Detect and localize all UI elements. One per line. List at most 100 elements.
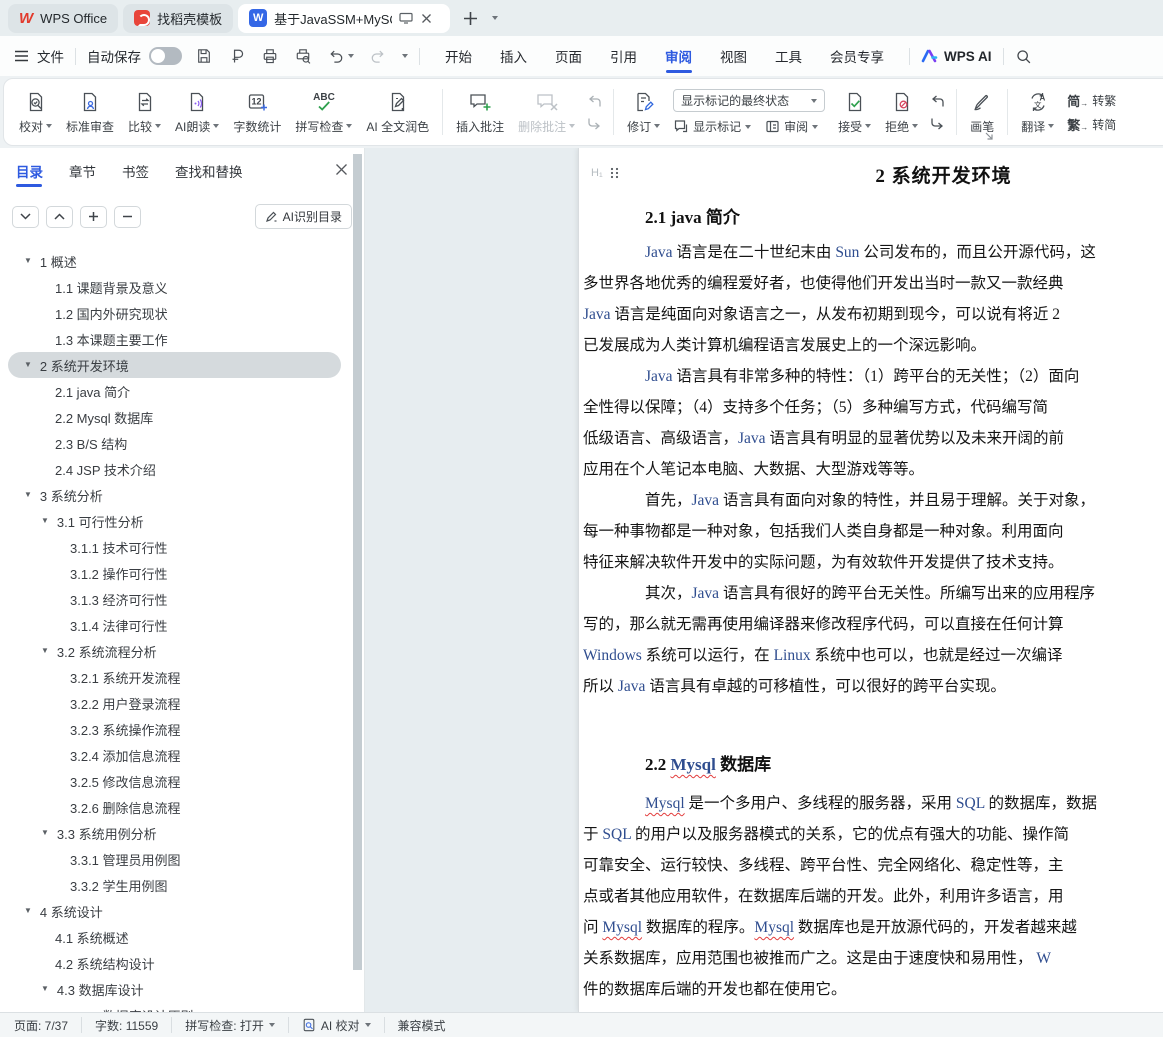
undo-chevron-icon[interactable] bbox=[348, 54, 354, 58]
toc-item[interactable]: 4.2 系统结构设计 bbox=[0, 950, 351, 976]
more-commands-chevron-icon[interactable] bbox=[402, 54, 408, 58]
toc-item[interactable]: 3.2.3 系统操作流程 bbox=[0, 716, 351, 742]
collapse-triangle-icon[interactable]: ▼ bbox=[41, 516, 49, 525]
toc-item[interactable]: 3.2.1 系统开发流程 bbox=[0, 664, 351, 690]
standard-review-button[interactable]: 标准审查 bbox=[59, 82, 121, 142]
collapse-triangle-icon[interactable]: ▼ bbox=[24, 360, 32, 369]
search-icon[interactable] bbox=[1015, 48, 1032, 65]
menu-tab[interactable]: 工具 bbox=[761, 36, 816, 76]
toc-item[interactable]: 3.1.3 经济可行性 bbox=[0, 586, 351, 612]
simplified-to-traditional-button[interactable]: 简→ 转繁 bbox=[1067, 91, 1116, 110]
toc-item[interactable]: 3.1.1 技术可行性 bbox=[0, 534, 351, 560]
toc-item[interactable]: ▼ 1 概述 bbox=[0, 248, 351, 274]
toc-item[interactable]: 3.1.2 操作可行性 bbox=[0, 560, 351, 586]
print-preview-icon[interactable] bbox=[294, 47, 312, 65]
toc-item[interactable]: 1.1 课题背景及意义 bbox=[0, 274, 351, 300]
markup-state-select[interactable]: 显示标记的最终状态 bbox=[673, 89, 825, 112]
toc-item[interactable]: 4.3.1 数据库设计原则 bbox=[0, 1002, 351, 1012]
export-pdf-icon[interactable] bbox=[228, 47, 246, 65]
toc-item[interactable]: 3.3.1 管理员用例图 bbox=[0, 846, 351, 872]
print-icon[interactable] bbox=[261, 47, 279, 65]
track-changes-button[interactable]: 修订 bbox=[620, 82, 667, 142]
menu-tab[interactable]: 开始 bbox=[431, 36, 486, 76]
sidebar-tab[interactable]: 书签 bbox=[122, 148, 149, 194]
toc-item[interactable]: 3.2.5 修改信息流程 bbox=[0, 768, 351, 794]
traditional-to-simplified-button[interactable]: 繁→ 转简 bbox=[1067, 115, 1116, 134]
toc-item[interactable]: 2.1 java 简介 bbox=[0, 378, 351, 404]
menu-tab[interactable]: 会员专享 bbox=[816, 36, 898, 76]
toc-item[interactable]: ▼ 3.1 可行性分析 bbox=[0, 508, 351, 534]
compare-button[interactable]: 比较 bbox=[121, 82, 168, 142]
toc-item[interactable]: 3.2.4 添加信息流程 bbox=[0, 742, 351, 768]
spell-check-button[interactable]: ABC 拼写检查 bbox=[288, 82, 359, 142]
decrease-level-button[interactable] bbox=[114, 206, 141, 228]
toc-item[interactable]: 4.1 系统概述 bbox=[0, 924, 351, 950]
menu-tab[interactable]: 页面 bbox=[541, 36, 596, 76]
toc-item[interactable]: 1.3 本课题主要工作 bbox=[0, 326, 351, 352]
word-count-button[interactable]: 12 字数统计 bbox=[226, 82, 288, 142]
wps-ai-button[interactable]: WPS AI bbox=[921, 49, 992, 64]
close-tab-icon[interactable] bbox=[421, 13, 432, 24]
tab-wps-office[interactable]: W WPS Office bbox=[8, 4, 118, 33]
show-markup-button[interactable]: 显示标记 bbox=[673, 118, 751, 135]
scrollbar-thumb[interactable] bbox=[353, 154, 362, 970]
collapse-triangle-icon[interactable]: ▼ bbox=[41, 984, 49, 993]
translate-button[interactable]: 文A 翻译 bbox=[1014, 82, 1061, 142]
tab-docer-templates[interactable]: 找稻壳模板 bbox=[123, 4, 233, 33]
ai-polish-button[interactable]: AI 全文润色 bbox=[359, 82, 436, 142]
toc-item[interactable]: ▼ 3 系统分析 bbox=[0, 482, 351, 508]
menu-tab[interactable]: 引用 bbox=[596, 36, 651, 76]
document-page[interactable]: H₁ 2 系统开发环境 2.1 java 简介 Java 语言是在二十世纪末由 … bbox=[578, 148, 1163, 1012]
menu-tab[interactable]: 插入 bbox=[486, 36, 541, 76]
ai-proofread-status[interactable]: AI 校对 bbox=[302, 1017, 371, 1034]
review-pane-button[interactable]: 审阅 bbox=[765, 118, 818, 135]
undo-button[interactable] bbox=[327, 47, 354, 65]
toc-item[interactable]: ▼ 2 系统开发环境 bbox=[8, 352, 341, 378]
toc-item[interactable]: 1.2 国内外研究现状 bbox=[0, 300, 351, 326]
tab-document[interactable]: W 基于JavaSSM+MySQL的机房 bbox=[238, 4, 450, 33]
collapse-triangle-icon[interactable]: ▼ bbox=[41, 646, 49, 655]
sidebar-tab[interactable]: 目录 bbox=[16, 148, 43, 194]
collapse-triangle-icon[interactable]: ▼ bbox=[24, 906, 32, 915]
increase-level-button[interactable] bbox=[80, 206, 107, 228]
ink-brush-button[interactable]: 画笔 bbox=[963, 82, 1001, 142]
toc-item[interactable]: ▼ 4.3 数据库设计 bbox=[0, 976, 351, 1002]
toc-item[interactable]: 2.4 JSP 技术介绍 bbox=[0, 456, 351, 482]
menu-tab[interactable]: 审阅 bbox=[651, 36, 706, 76]
reject-revision-button[interactable]: 拒绝 bbox=[878, 82, 925, 142]
toc-item[interactable]: 3.2.6 删除信息流程 bbox=[0, 794, 351, 820]
next-revision-button[interactable] bbox=[929, 116, 946, 131]
ribbon-expand-icon[interactable] bbox=[984, 131, 994, 141]
toc-item[interactable]: ▼ 4 系统设计 bbox=[0, 898, 351, 924]
screen-share-icon[interactable] bbox=[399, 12, 413, 24]
insert-comment-button[interactable]: 插入批注 bbox=[449, 82, 511, 142]
collapse-all-button[interactable] bbox=[12, 206, 39, 228]
redo-icon[interactable] bbox=[369, 47, 387, 65]
spell-check-status[interactable]: 拼写检查: 打开 bbox=[185, 1017, 275, 1034]
word-count-indicator[interactable]: 字数: 11559 bbox=[95, 1017, 158, 1034]
file-menu[interactable]: 文件 bbox=[14, 46, 64, 66]
collapse-triangle-icon[interactable]: ▼ bbox=[24, 256, 32, 265]
sidebar-scrollbar[interactable] bbox=[353, 154, 362, 1004]
toc-item[interactable]: ▼ 3.2 系统流程分析 bbox=[0, 638, 351, 664]
expand-all-button[interactable] bbox=[46, 206, 73, 228]
toc-item[interactable]: 2.3 B/S 结构 bbox=[0, 430, 351, 456]
ai-recognize-toc-button[interactable]: AI识别目录 bbox=[255, 204, 352, 229]
autosave-toggle[interactable] bbox=[149, 47, 182, 65]
tab-list-chevron-icon[interactable] bbox=[492, 16, 498, 20]
next-comment-button[interactable] bbox=[586, 116, 603, 131]
sidebar-tab[interactable]: 查找和替换 bbox=[175, 148, 243, 194]
accept-revision-button[interactable]: 接受 bbox=[831, 82, 878, 142]
collapse-triangle-icon[interactable]: ▼ bbox=[41, 828, 49, 837]
previous-revision-button[interactable] bbox=[929, 94, 946, 109]
save-icon[interactable] bbox=[195, 47, 213, 65]
close-sidebar-icon[interactable] bbox=[335, 163, 348, 176]
toc-item[interactable]: 3.1.4 法律可行性 bbox=[0, 612, 351, 638]
menu-tab[interactable]: 视图 bbox=[706, 36, 761, 76]
toc-item[interactable]: ▼ 3.3 系统用例分析 bbox=[0, 820, 351, 846]
previous-comment-button[interactable] bbox=[586, 94, 603, 109]
collapse-triangle-icon[interactable]: ▼ bbox=[24, 490, 32, 499]
sidebar-tab[interactable]: 章节 bbox=[69, 148, 96, 194]
toc-item[interactable]: 2.2 Mysql 数据库 bbox=[0, 404, 351, 430]
toc-item[interactable]: 3.3.2 学生用例图 bbox=[0, 872, 351, 898]
